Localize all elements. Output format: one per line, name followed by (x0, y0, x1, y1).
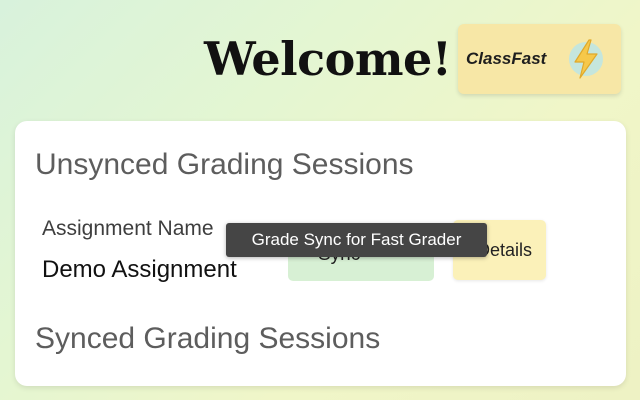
logo-text: ClassFast (466, 49, 547, 68)
page-title: Welcome! (204, 32, 452, 86)
assignment-name-label: Assignment Name (42, 217, 214, 240)
synced-sessions-heading: Synced Grading Sessions (35, 322, 381, 355)
lightning-bolt-icon (564, 37, 608, 81)
classfast-logo-button[interactable]: ClassFast (458, 24, 621, 94)
assignment-name-value: Demo Assignment (42, 256, 237, 283)
sync-tooltip: Grade Sync for Fast Grader (226, 223, 487, 257)
unsynced-sessions-heading: Unsynced Grading Sessions (35, 148, 414, 181)
